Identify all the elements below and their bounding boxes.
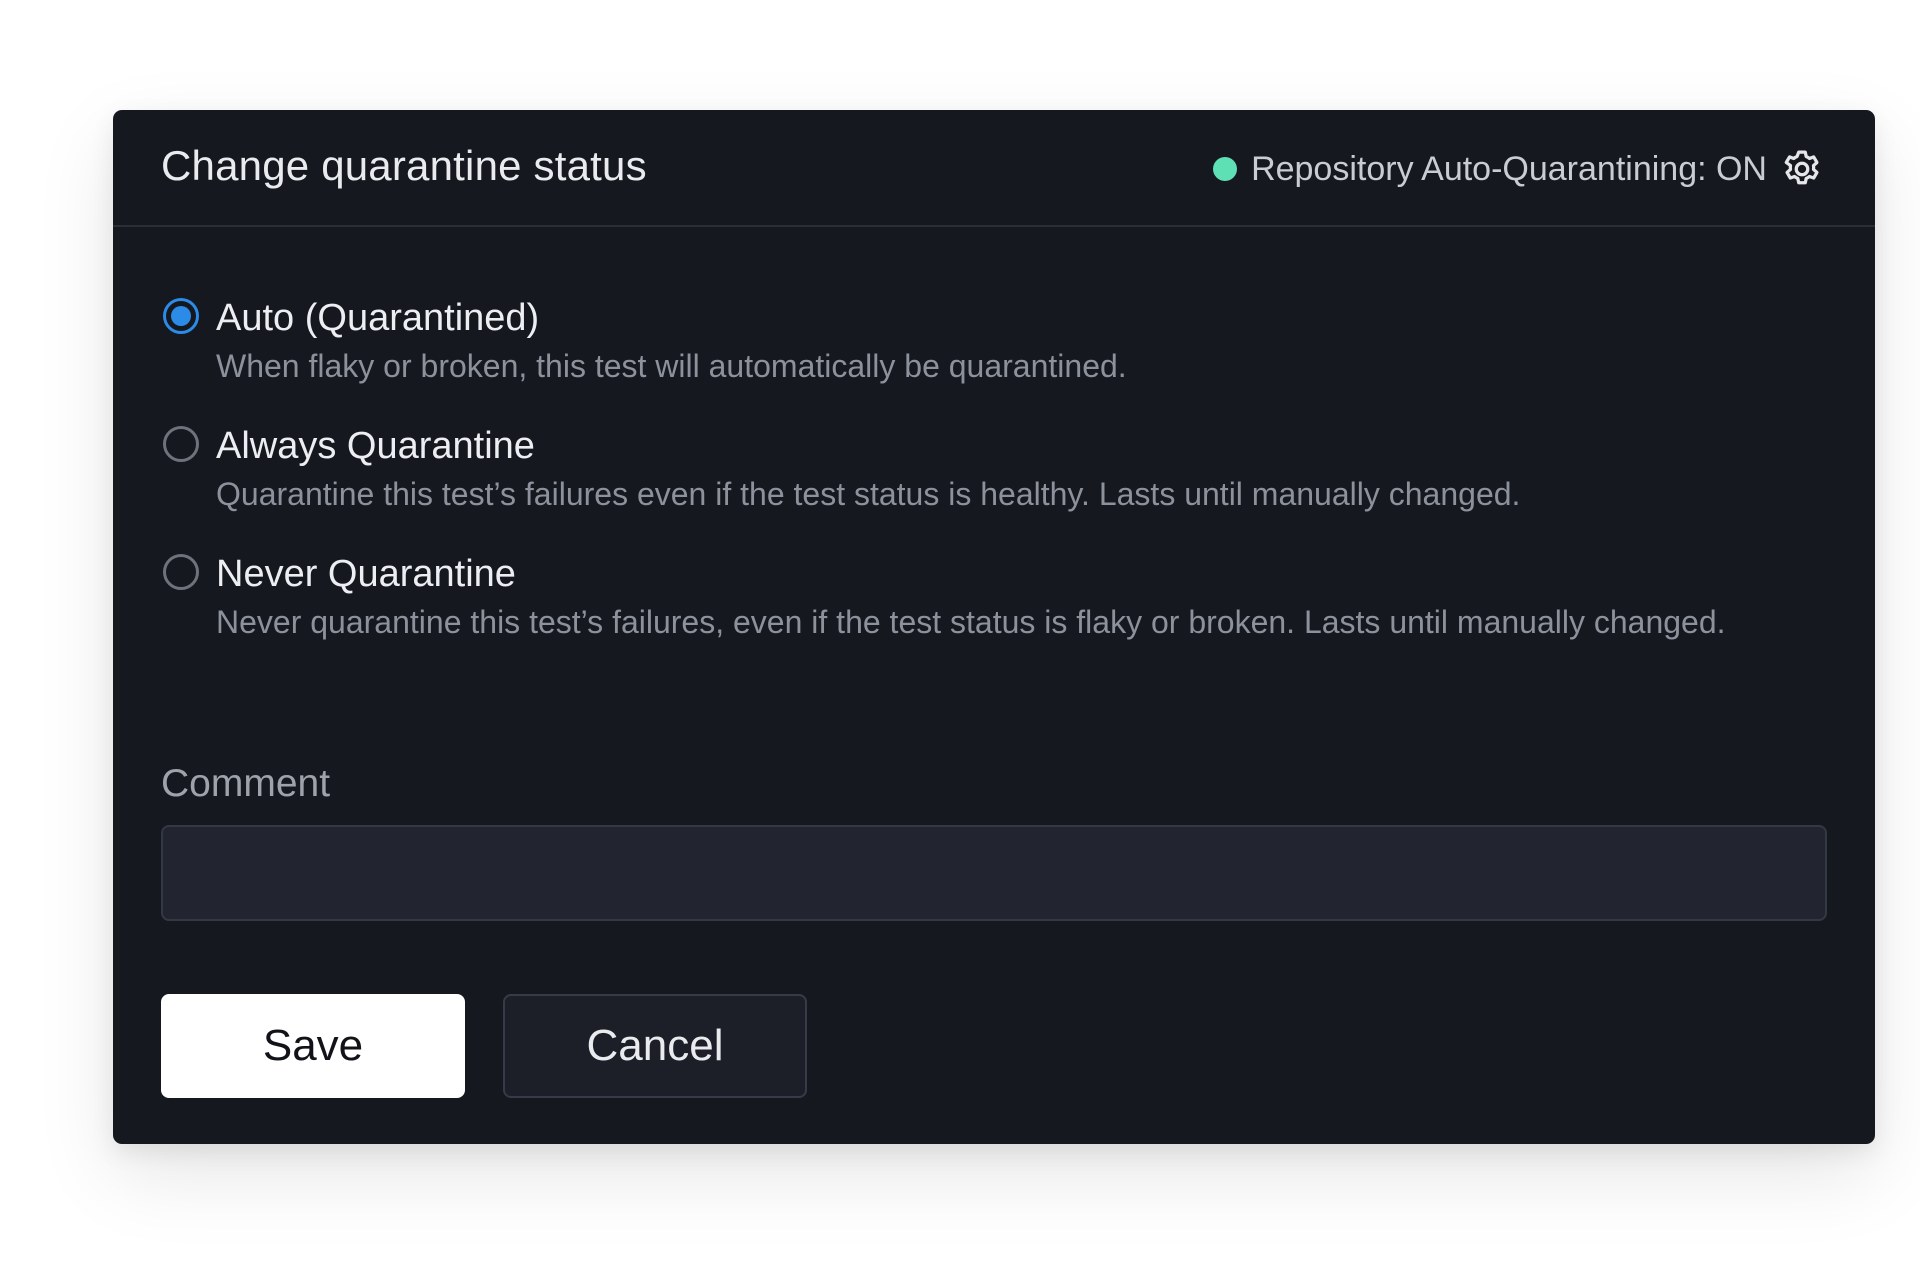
option-description: Quarantine this test’s failures even if … [216,476,1521,512]
comment-input[interactable] [161,825,1827,921]
option-label: Auto (Quarantined) [216,297,540,339]
cancel-button[interactable]: Cancel [503,994,807,1098]
option-never-quarantine[interactable]: Never Quarantine Never quarantine this t… [161,552,1841,642]
option-auto-quarantined[interactable]: Auto (Quarantined) When flaky or broken,… [161,296,1841,386]
comment-label: Comment [161,762,331,805]
gear-icon[interactable] [1779,146,1825,192]
quarantine-options: Auto (Quarantined) When flaky or broken,… [161,296,1841,680]
option-description: Never quarantine this test’s failures, e… [216,604,1726,640]
quarantine-dialog: Change quarantine status Repository Auto… [113,110,1875,1144]
option-always-quarantine[interactable]: Always Quarantine Quarantine this test’s… [161,424,1841,514]
dialog-title: Change quarantine status [161,142,647,189]
auto-quarantine-status: Repository Auto-Quarantining: ON [1213,146,1825,192]
status-text: Repository Auto-Quarantining: ON [1251,149,1767,188]
status-dot-icon [1213,157,1238,181]
option-label: Always Quarantine [216,425,535,467]
radio-always-quarantine[interactable] [163,426,199,462]
dialog-header: Change quarantine status Repository Auto… [113,110,1875,227]
radio-auto-quarantined[interactable] [163,298,199,334]
option-label: Never Quarantine [216,553,516,595]
radio-never-quarantine[interactable] [163,554,199,590]
option-description: When flaky or broken, this test will aut… [216,348,1127,384]
save-button[interactable]: Save [161,994,465,1098]
page-background: Change quarantine status Repository Auto… [0,0,1920,1280]
